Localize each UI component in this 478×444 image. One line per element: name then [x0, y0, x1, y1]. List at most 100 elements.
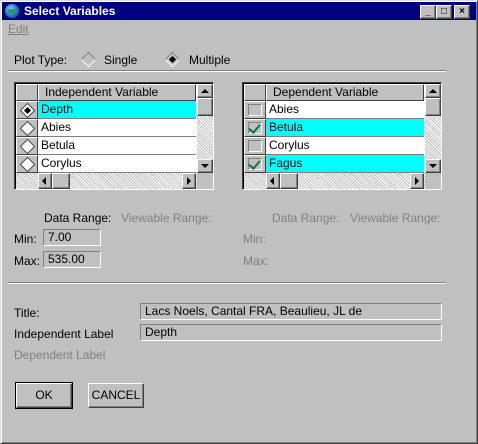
- scroll-down-button[interactable]: [197, 159, 213, 173]
- scroll-right-button[interactable]: [410, 173, 424, 189]
- independent-row-marker: [16, 155, 38, 173]
- independent-row-marker: [16, 137, 38, 155]
- maximize-button[interactable]: □: [436, 5, 452, 19]
- arrow-right-icon: [187, 177, 191, 185]
- radio-multiple-label: Multiple: [189, 53, 231, 67]
- cancel-button[interactable]: CANCEL: [88, 383, 144, 408]
- independent-row-abies[interactable]: Abies: [16, 119, 196, 137]
- separator-middle: [8, 282, 446, 284]
- arrow-up-icon: [201, 89, 209, 93]
- independent-row-label: Depth: [38, 101, 196, 118]
- dependent-row-label: Corylus: [269, 138, 310, 152]
- right-viewable-range-label: Viewable Range:: [350, 211, 441, 225]
- independent-row-label: Betula: [41, 138, 76, 152]
- globe-icon: [4, 3, 20, 19]
- dependent-horizontal-scrollbar[interactable]: [244, 173, 425, 189]
- left-data-range-label: Data Range:: [44, 211, 112, 225]
- arrow-down-icon: [201, 164, 209, 168]
- checkmark-icon[interactable]: [248, 158, 262, 170]
- scroll-thumb[interactable]: [425, 98, 441, 116]
- dependent-header-mark: [244, 84, 266, 101]
- minimize-button[interactable]: _: [420, 5, 436, 19]
- dependent-row-label: Betula: [266, 119, 424, 136]
- title-label: Title:: [14, 306, 40, 320]
- independent-label-label: Independent Label: [14, 327, 114, 341]
- independent-row-label: Abies: [41, 120, 72, 134]
- scroll-thumb[interactable]: [197, 98, 213, 116]
- scroll-corner: [425, 173, 441, 189]
- independent-row-marker: [16, 119, 38, 137]
- independent-header-mark: [16, 84, 38, 101]
- scroll-thumb-horizontal[interactable]: [52, 173, 70, 189]
- arrow-left-icon: [270, 177, 274, 185]
- radio-single[interactable]: Single: [80, 51, 144, 68]
- radio-indicator: [19, 156, 36, 173]
- left-min-label: Min:: [14, 232, 37, 246]
- arrow-up-icon: [429, 89, 437, 93]
- menu-edit[interactable]: Edit: [8, 22, 29, 36]
- independent-row-depth[interactable]: Depth: [16, 101, 196, 119]
- independent-row-marker: [16, 101, 38, 119]
- radio-single-label: Single: [104, 53, 138, 67]
- scroll-down-button[interactable]: [425, 159, 441, 173]
- close-button[interactable]: ×: [454, 5, 470, 19]
- dependent-label-label: Dependent Label: [14, 348, 106, 362]
- scroll-left-button[interactable]: [266, 173, 280, 189]
- dependent-row-fagus[interactable]: Fagus: [244, 155, 424, 173]
- radio-indicator: [19, 120, 36, 137]
- independent-row-label: Corylus: [41, 156, 82, 170]
- independent-row-corylus[interactable]: Corylus: [16, 155, 196, 173]
- independent-label-field[interactable]: Depth: [140, 324, 442, 341]
- radio-multiple[interactable]: Multiple: [164, 51, 238, 68]
- scroll-up-button[interactable]: [425, 84, 441, 98]
- arrow-down-icon: [429, 164, 437, 168]
- scroll-thumb-horizontal[interactable]: [280, 173, 298, 189]
- dependent-row-betula[interactable]: Betula: [244, 119, 424, 137]
- title-field[interactable]: Lacs Noels, Cantal FRA, Beaulieu, JL de: [140, 303, 442, 320]
- dependent-row-marker: [244, 155, 266, 173]
- arrow-right-icon: [415, 177, 419, 185]
- minimize-icon: _: [425, 6, 431, 17]
- radio-multiple-indicator: [164, 51, 181, 68]
- dependent-variable-table: Dependent Variable Abies Betula Corylus …: [242, 82, 442, 190]
- checkmark-icon[interactable]: [248, 122, 262, 134]
- dependent-row-marker: [244, 101, 266, 119]
- arrow-left-icon: [42, 177, 46, 185]
- dependent-row-marker: [244, 137, 266, 155]
- dependent-header[interactable]: Dependent Variable: [266, 84, 424, 101]
- scroll-up-button[interactable]: [197, 84, 213, 98]
- dependent-row-label: Fagus: [266, 155, 424, 172]
- ok-button[interactable]: OK: [15, 382, 73, 409]
- left-viewable-range-label: Viewable Range:: [121, 211, 212, 225]
- dependent-row-corylus[interactable]: Corylus: [244, 137, 424, 155]
- checkbox[interactable]: [248, 140, 262, 152]
- close-icon: ×: [459, 6, 465, 17]
- dependent-row-abies[interactable]: Abies: [244, 101, 424, 119]
- scroll-right-button[interactable]: [182, 173, 196, 189]
- radio-single-indicator: [80, 51, 97, 68]
- radio-indicator: [19, 138, 36, 155]
- independent-horizontal-scrollbar[interactable]: [16, 173, 197, 189]
- left-max-field: 535.00: [43, 251, 101, 268]
- checkbox[interactable]: [248, 104, 262, 116]
- radio-selected-indicator: [19, 102, 36, 119]
- right-data-range-label: Data Range:: [272, 211, 340, 225]
- right-min-label: Min:: [243, 232, 266, 246]
- dependent-row-label: Abies: [269, 102, 300, 116]
- independent-row-betula[interactable]: Betula: [16, 137, 196, 155]
- left-max-label: Max:: [14, 254, 41, 268]
- independent-header[interactable]: Independent Variable: [38, 84, 196, 101]
- dependent-vertical-scrollbar[interactable]: [425, 84, 441, 173]
- plot-type-label: Plot Type:: [14, 53, 68, 67]
- title-bar[interactable]: Select Variables _ □ ×: [2, 2, 476, 20]
- scroll-corner: [197, 173, 213, 189]
- separator-top: [8, 70, 446, 72]
- maximize-icon: □: [440, 6, 448, 17]
- left-min-field: 7.00: [43, 229, 101, 246]
- window-title: Select Variables: [24, 4, 116, 18]
- independent-vertical-scrollbar[interactable]: [197, 84, 213, 173]
- independent-variable-table: Independent Variable Depth Abies Betula …: [14, 82, 214, 190]
- right-max-label: Max:: [243, 254, 270, 268]
- scroll-left-button[interactable]: [38, 173, 52, 189]
- dependent-row-marker: [244, 119, 266, 137]
